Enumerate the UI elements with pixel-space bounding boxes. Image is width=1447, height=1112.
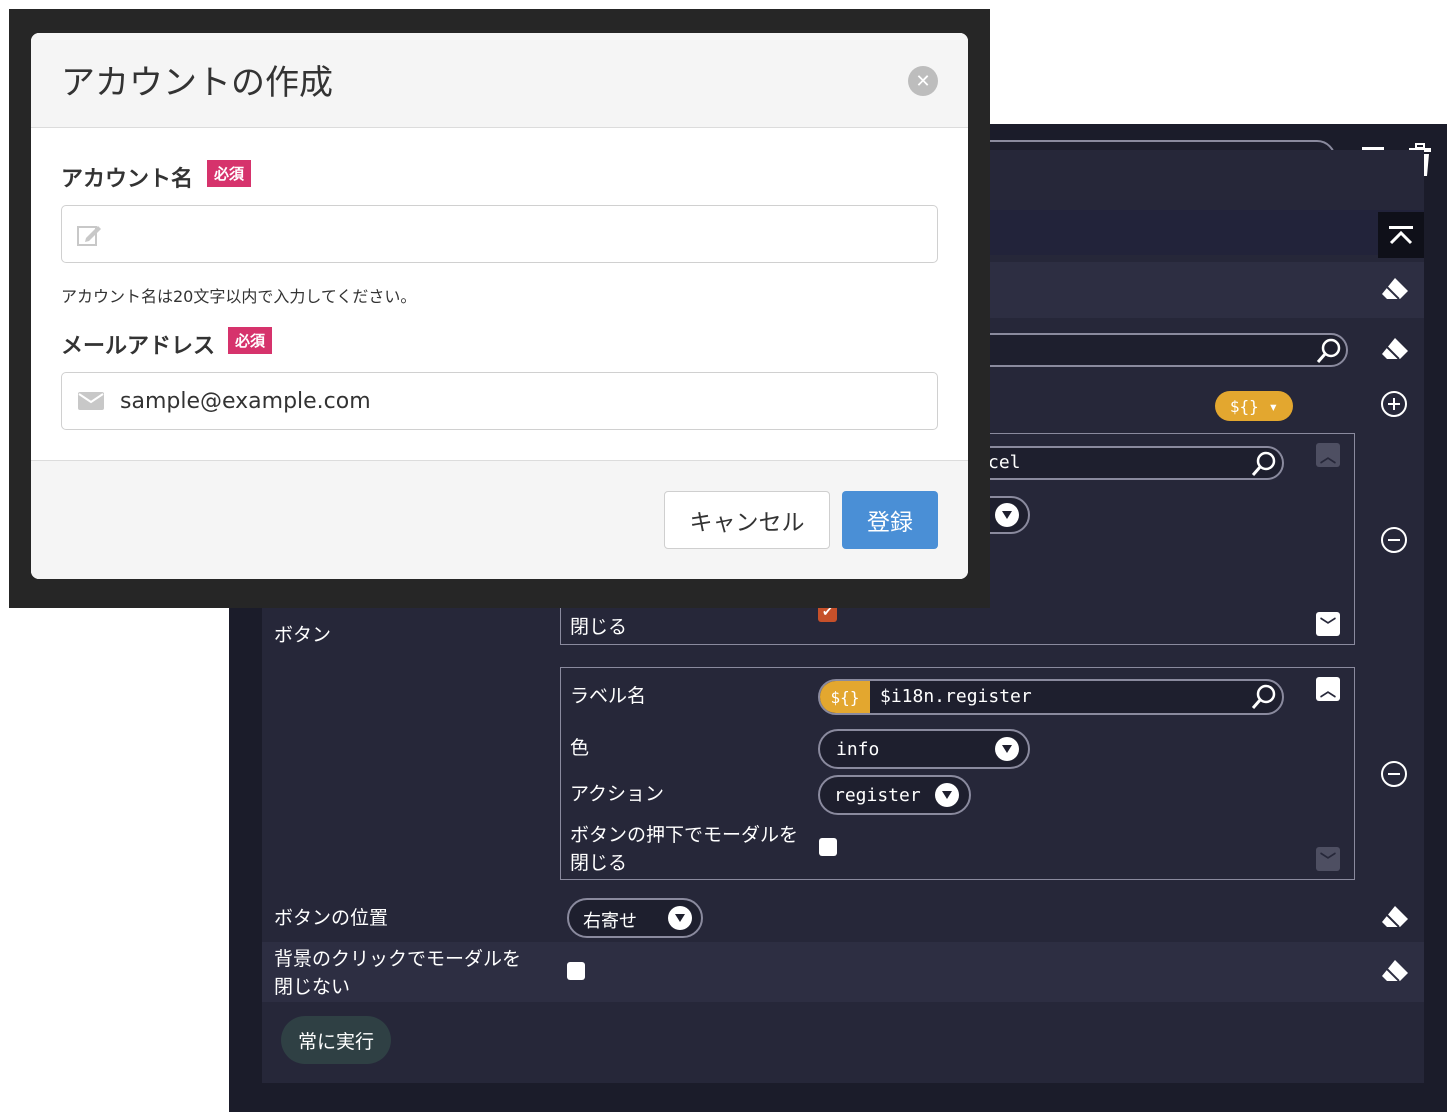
modal-title: アカウントの作成 <box>61 63 333 103</box>
field-search-input[interactable] <box>930 333 1348 367</box>
add-circle-icon[interactable] <box>1378 388 1410 420</box>
move-down-button[interactable]: ﹀ <box>1316 612 1340 636</box>
remove-circle-icon[interactable] <box>1378 758 1410 790</box>
button1-close-label: 閉じる <box>570 616 628 638</box>
move-up-button[interactable]: ︿ <box>1316 677 1340 701</box>
action-select-value: register <box>834 785 921 806</box>
backdrop-checkbox[interactable] <box>567 962 585 980</box>
chevron-down-icon[interactable] <box>668 906 692 930</box>
backdrop-label-line1: 背景のクリックでモーダルを <box>274 948 522 970</box>
template-dropdown-badge[interactable]: ${} ▾ <box>1215 391 1293 421</box>
edit-icon <box>76 222 104 252</box>
color-field-label: 色 <box>570 737 590 759</box>
eraser-icon[interactable] <box>1380 336 1410 368</box>
search-icon[interactable] <box>1250 450 1278 482</box>
eraser-icon[interactable] <box>1380 958 1410 990</box>
buttons-section-label: ボタン <box>274 624 332 646</box>
chevron-down-icon[interactable] <box>995 503 1019 527</box>
account-help-text: アカウント名は20文字以内で入力してください。 <box>61 287 417 306</box>
required-badge: 必須 <box>228 327 273 354</box>
search-icon[interactable] <box>1315 337 1343 369</box>
create-account-modal: アカウントの作成 ✕ アカウント名 必須 アカウント名は20文字以内で入力してく… <box>31 33 968 579</box>
action-field-label: アクション <box>570 783 665 805</box>
remove-circle-icon[interactable] <box>1378 524 1410 556</box>
button1-label-partial: cel <box>988 452 1021 473</box>
email-label: メールアドレス <box>61 334 216 359</box>
submit-button[interactable]: 登録 <box>842 491 938 549</box>
move-down-button[interactable]: ﹀ <box>1316 847 1340 871</box>
color-select-value: info <box>836 739 880 760</box>
always-run-button[interactable]: 常に実行 <box>281 1016 391 1064</box>
chevron-down-icon[interactable] <box>995 737 1019 761</box>
required-badge: 必須 <box>207 160 252 187</box>
account-name-label: アカウント名 <box>61 167 194 192</box>
eraser-icon[interactable] <box>1380 904 1410 936</box>
cancel-button[interactable]: キャンセル <box>664 491 830 549</box>
envelope-icon <box>78 392 104 414</box>
account-name-input[interactable] <box>61 205 938 263</box>
close-on-press-label-line2: 閉じる <box>570 852 628 874</box>
email-value: sample@example.com <box>120 389 371 414</box>
move-up-button[interactable]: ︿ <box>1316 443 1340 467</box>
position-select-value: 右寄せ <box>583 911 637 932</box>
label-field-label: ラベル名 <box>570 685 647 707</box>
close-on-press-checkbox[interactable] <box>819 838 837 856</box>
collapse-up-icon[interactable] <box>1378 212 1424 258</box>
backdrop-label-line2: 閉じない <box>274 976 351 998</box>
search-icon[interactable] <box>1250 683 1278 715</box>
close-icon[interactable]: ✕ <box>908 66 938 96</box>
eraser-icon[interactable] <box>1380 276 1410 308</box>
email-input[interactable]: sample@example.com <box>61 372 938 430</box>
label-name-value: $i18n.register <box>880 686 1032 707</box>
close-on-press-label-line1: ボタンの押下でモーダルを <box>570 824 799 846</box>
modal-header: アカウントの作成 ✕ <box>31 33 968 128</box>
template-badge[interactable]: ${} <box>820 681 870 713</box>
modal-footer: キャンセル 登録 <box>31 460 968 579</box>
chevron-down-icon[interactable] <box>935 783 959 807</box>
position-label: ボタンの位置 <box>274 907 389 929</box>
